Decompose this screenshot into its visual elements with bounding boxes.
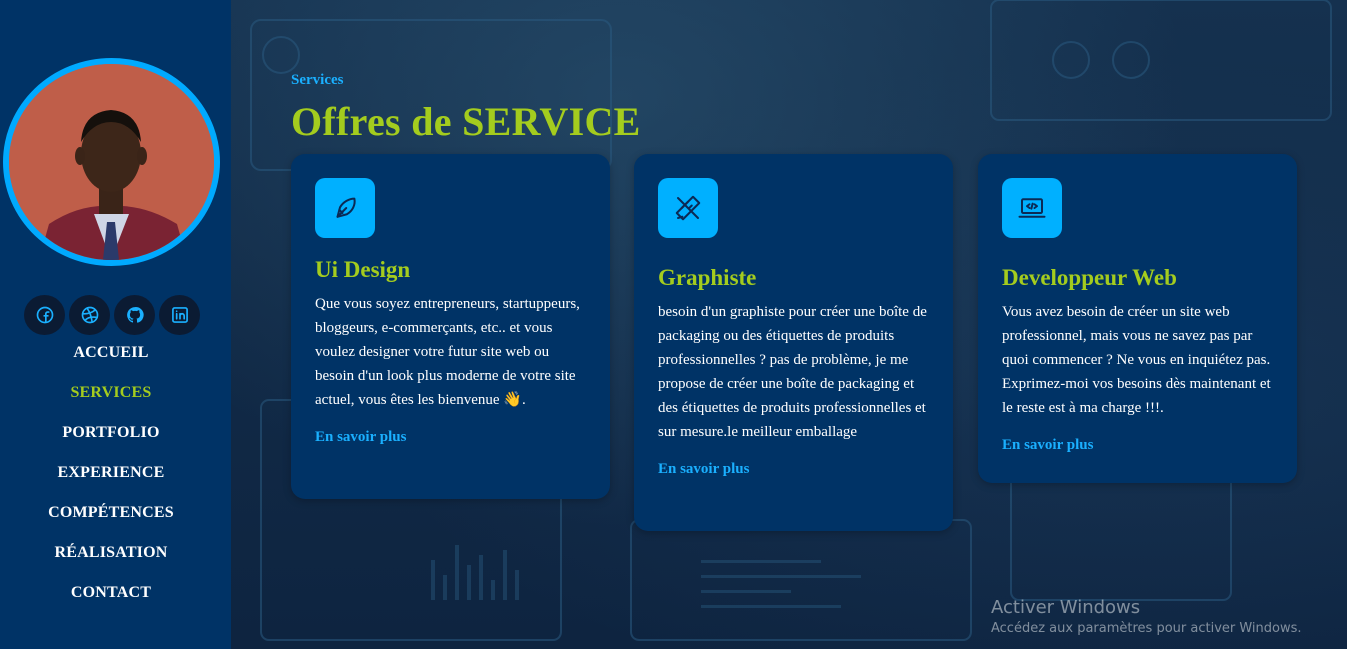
card-title: Ui Design xyxy=(315,257,411,282)
learn-more-link[interactable]: En savoir plus xyxy=(315,429,586,446)
card-title: Graphiste xyxy=(658,265,757,290)
service-card-developpeur-web: Developpeur Web Vous avez besoin de crée… xyxy=(978,154,1297,483)
dribbble-icon[interactable] xyxy=(69,295,110,335)
card-description: Que vous soyez entrepreneurs, startuppeu… xyxy=(315,296,580,408)
linkedin-icon[interactable] xyxy=(159,295,200,335)
facebook-icon[interactable] xyxy=(24,295,65,335)
service-card-ui-design: Ui Design Que vous soyez entrepreneurs, … xyxy=(291,154,610,499)
learn-more-link[interactable]: En savoir plus xyxy=(1002,437,1273,454)
nav-item-services[interactable]: SERVICES xyxy=(0,378,222,418)
section-label: Services xyxy=(291,72,344,88)
windows-activation-watermark: Activer Windows Accédez aux paramètres p… xyxy=(991,597,1302,636)
feather-pen-icon xyxy=(315,178,375,238)
nav-item-competences[interactable]: COMPÉTENCES xyxy=(0,498,222,538)
nav-item-portfolio[interactable]: PORTFOLIO xyxy=(0,418,222,458)
main-nav: ACCUEIL SERVICES PORTFOLIO EXPERIENCE CO… xyxy=(0,338,222,618)
nav-item-realisation[interactable]: RÉALISATION xyxy=(0,538,222,578)
nav-item-experience[interactable]: EXPERIENCE xyxy=(0,458,222,498)
card-description: besoin d'un graphiste pour créer une boî… xyxy=(658,304,927,440)
nav-item-accueil[interactable]: ACCUEIL xyxy=(0,338,222,378)
card-title: Developpeur Web xyxy=(1002,265,1177,290)
learn-more-link[interactable]: En savoir plus xyxy=(658,461,929,478)
social-links xyxy=(24,295,200,335)
ruler-pencil-icon xyxy=(658,178,718,238)
nav-item-contact[interactable]: CONTACT xyxy=(0,578,222,618)
github-icon[interactable] xyxy=(114,295,155,335)
laptop-code-icon xyxy=(1002,178,1062,238)
watermark-subtitle: Accédez aux paramètres pour activer Wind… xyxy=(991,621,1302,636)
page-title: Offres de SERVICE xyxy=(291,99,641,144)
watermark-title: Activer Windows xyxy=(991,597,1141,618)
service-card-graphiste: Graphiste besoin d'un graphiste pour cré… xyxy=(634,154,953,531)
services-section: Services Offres de SERVICE Ui Design Que… xyxy=(231,0,1347,649)
card-description: Vous avez besoin de créer un site web pr… xyxy=(1002,304,1271,416)
sidebar: ACCUEIL SERVICES PORTFOLIO EXPERIENCE CO… xyxy=(0,0,231,649)
avatar xyxy=(3,58,220,266)
